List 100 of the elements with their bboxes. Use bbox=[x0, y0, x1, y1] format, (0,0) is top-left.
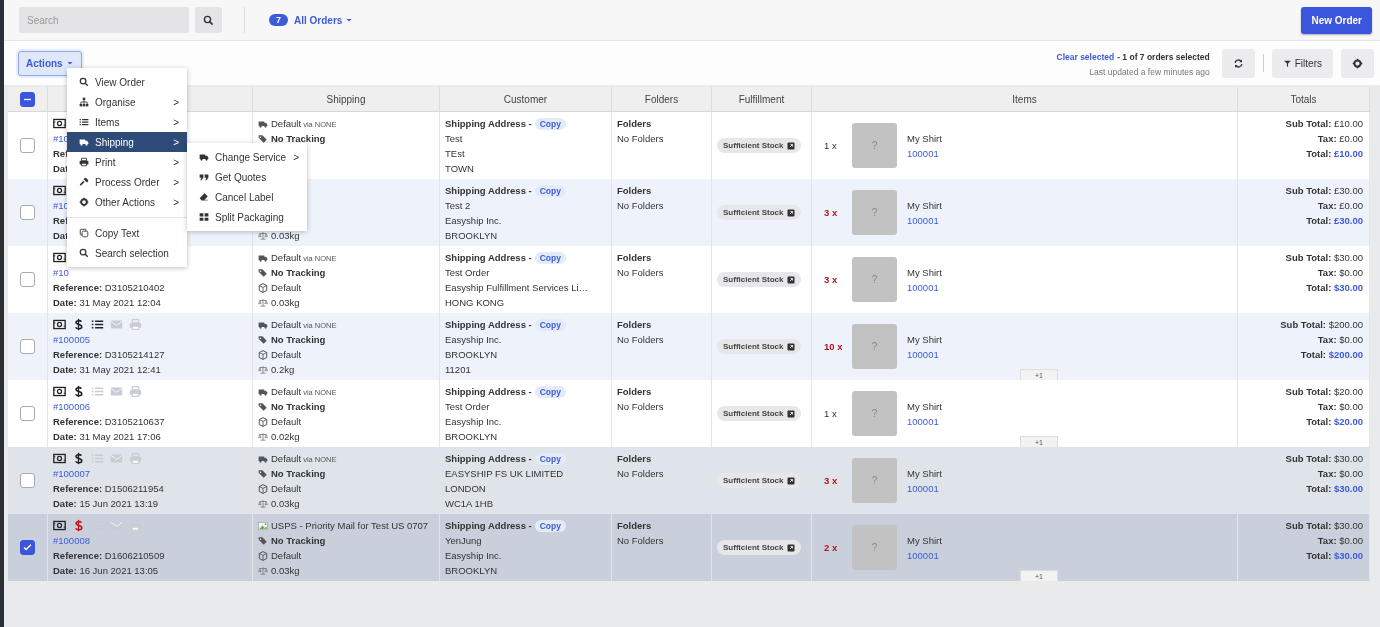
copy-button[interactable]: Copy bbox=[534, 519, 566, 532]
order-number-link[interactable]: #100007 bbox=[53, 466, 90, 481]
printer-icon bbox=[79, 157, 89, 167]
menu-item[interactable]: Process Order > bbox=[67, 172, 187, 192]
row-checkbox[interactable] bbox=[20, 272, 35, 287]
date-text: Dat bbox=[53, 162, 69, 176]
actions-button[interactable]: Actions bbox=[18, 50, 82, 76]
external-link-icon bbox=[787, 342, 796, 351]
product-thumbnail: ? bbox=[852, 525, 897, 570]
folders-value: No Folders bbox=[617, 333, 664, 347]
caret-icon bbox=[65, 59, 74, 67]
product-thumbnail: ? bbox=[852, 190, 897, 235]
package-type: Default bbox=[271, 549, 302, 563]
row-checkbox[interactable] bbox=[20, 406, 35, 421]
menu-item[interactable]: Change Service > bbox=[187, 147, 307, 167]
stock-badge: Sufficient Stock bbox=[717, 540, 802, 555]
package-type: Default bbox=[271, 482, 302, 496]
reference-text: Ref bbox=[53, 147, 69, 161]
folders-heading: Folders bbox=[617, 251, 652, 265]
copy-button[interactable]: Copy bbox=[534, 251, 566, 264]
address-line: EASYSHIP FS UK LIMITED bbox=[445, 467, 564, 481]
order-number-link[interactable]: #10 bbox=[53, 265, 69, 280]
menu-item[interactable]: Split Packaging bbox=[187, 207, 307, 227]
column-header: Customer bbox=[503, 93, 548, 105]
address-line: BROOKLYN bbox=[445, 430, 498, 444]
settings-button[interactable] bbox=[1341, 48, 1374, 78]
copy-button[interactable]: Copy bbox=[534, 452, 566, 465]
product-name: My Shirt bbox=[907, 265, 942, 280]
subtotal-text: Sub Total: $30.00 bbox=[1285, 519, 1363, 533]
tracking-status: No Tracking bbox=[271, 400, 326, 414]
refresh-button[interactable] bbox=[1221, 48, 1255, 78]
truck-icon bbox=[199, 152, 209, 162]
product-thumbnail: ? bbox=[852, 257, 897, 302]
weight-text: 0.02kg bbox=[271, 430, 300, 444]
order-number-link[interactable]: #100005 bbox=[53, 332, 90, 347]
select-all-checkbox[interactable] bbox=[20, 91, 35, 107]
product-thumbnail: ? bbox=[852, 458, 897, 503]
copy-button[interactable]: Copy bbox=[534, 184, 566, 197]
external-link-icon bbox=[787, 543, 796, 552]
folders-heading: Folders bbox=[617, 452, 652, 466]
copy-button[interactable]: Copy bbox=[534, 385, 566, 398]
sku-link[interactable]: 100001 bbox=[907, 413, 939, 429]
address-line: Test Order bbox=[445, 266, 490, 280]
tag-icon bbox=[258, 468, 268, 479]
search-button[interactable] bbox=[195, 7, 222, 33]
new-order-button[interactable]: New Order bbox=[1301, 6, 1372, 34]
scale-icon bbox=[258, 230, 268, 241]
order-number-link[interactable]: #100006 bbox=[53, 399, 90, 414]
date-text: Date: 31 May 2021 12:41 bbox=[53, 363, 161, 377]
menu-item[interactable]: Shipping > bbox=[67, 132, 187, 152]
menu-item[interactable]: Copy Text bbox=[67, 223, 187, 243]
scale-icon bbox=[258, 498, 268, 509]
sku-link[interactable]: 100001 bbox=[907, 547, 939, 563]
row-checkbox[interactable] bbox=[20, 339, 35, 354]
sku-link[interactable]: 100001 bbox=[907, 279, 939, 295]
row-checkbox[interactable] bbox=[20, 205, 35, 220]
row-checkbox[interactable] bbox=[20, 138, 35, 153]
sku-link[interactable]: 100001 bbox=[907, 145, 939, 161]
date-text: Dat bbox=[53, 229, 69, 243]
caret-icon bbox=[345, 16, 354, 24]
reference-text: Reference: D3105210402 bbox=[53, 281, 165, 295]
menu-item[interactable]: Items > bbox=[67, 112, 187, 132]
shipping-service: USPS - Priority Mail for Test US 0707 bbox=[271, 519, 429, 533]
menu-item[interactable]: Print > bbox=[67, 152, 187, 172]
sku-link[interactable]: 100001 bbox=[907, 346, 939, 362]
address-line: Easyship Inc. bbox=[445, 415, 502, 429]
sku-link[interactable]: 100001 bbox=[907, 212, 939, 228]
stock-badge: Sufficient Stock bbox=[717, 473, 802, 488]
orders-filter-dropdown[interactable]: All Orders bbox=[294, 14, 354, 26]
row-checkbox[interactable] bbox=[20, 473, 35, 488]
subtotal-text: Sub Total: £30.00 bbox=[1285, 184, 1363, 198]
order-number-link[interactable]: #100008 bbox=[53, 533, 90, 548]
clear-selected-link[interactable]: Clear selected bbox=[1056, 51, 1115, 62]
menu-item[interactable]: Get Quotes bbox=[187, 167, 307, 187]
stock-badge: Sufficient Stock bbox=[717, 272, 802, 287]
address-heading: Shipping Address - bbox=[445, 251, 532, 265]
address-line: Easyship Inc. bbox=[445, 333, 502, 347]
subtotal-text: Sub Total: $20.00 bbox=[1285, 385, 1363, 399]
address-heading: Shipping Address - bbox=[445, 385, 532, 399]
external-link-icon bbox=[787, 409, 796, 418]
menu-item[interactable]: Cancel Label bbox=[187, 187, 307, 207]
sku-link[interactable]: 100001 bbox=[907, 480, 939, 496]
row-checkbox[interactable] bbox=[20, 540, 35, 555]
quantity-text: 3 x bbox=[824, 273, 839, 287]
column-header: Folders bbox=[644, 93, 679, 105]
quantity-text: 2 x bbox=[824, 541, 839, 555]
copy-button[interactable]: Copy bbox=[534, 318, 566, 331]
product-name: My Shirt bbox=[907, 399, 942, 414]
total-text: Total: $200.00 bbox=[1300, 348, 1363, 362]
filters-button[interactable]: Filters bbox=[1271, 48, 1333, 78]
copy-button[interactable]: Copy bbox=[534, 117, 566, 130]
search-field[interactable]: Search bbox=[19, 7, 189, 33]
menu-item[interactable]: Search selection bbox=[67, 243, 187, 263]
folders-heading: Folders bbox=[617, 519, 652, 533]
package-type: Default bbox=[271, 415, 302, 429]
address-line: TEst bbox=[445, 147, 465, 161]
external-link-icon bbox=[787, 275, 796, 284]
menu-item[interactable]: Other Actions > bbox=[67, 192, 187, 212]
tax-text: Tax: £0.00 bbox=[1317, 132, 1363, 146]
address-line: Easyship Fulfillment Services Li… bbox=[445, 281, 589, 295]
